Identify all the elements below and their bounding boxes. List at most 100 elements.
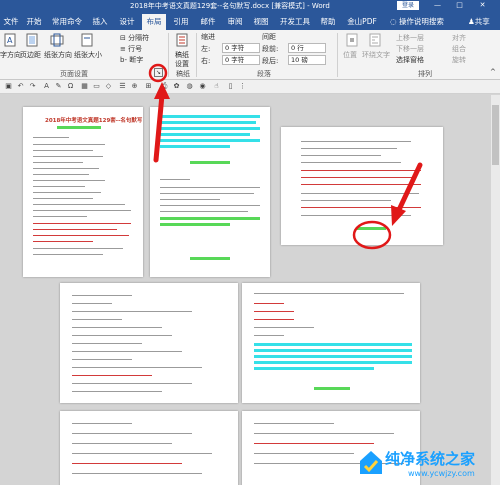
tab-mailings[interactable]: 邮件 xyxy=(198,14,218,30)
tab-view[interactable]: 视图 xyxy=(251,14,271,30)
breaks-button[interactable]: ⊟ 分隔符 xyxy=(120,33,149,43)
save-icon[interactable]: ▣ xyxy=(4,82,13,91)
text-line xyxy=(33,174,89,175)
document-page-1[interactable]: 2018年中考语文真题129套--名句默写 xyxy=(23,107,143,277)
text-line xyxy=(72,367,202,368)
vertical-scrollbar[interactable] xyxy=(491,95,500,485)
spacing-before-label: 段前: xyxy=(262,45,279,53)
page-setup-dialog-launcher[interactable]: ↘ xyxy=(154,68,163,77)
group-button[interactable]: 组合 xyxy=(452,44,466,54)
share-button[interactable]: ♟共享 xyxy=(468,14,490,29)
document-page-5[interactable] xyxy=(242,283,420,403)
grid-icon[interactable]: ⊞ xyxy=(144,82,153,91)
document-page-3[interactable] xyxy=(281,127,443,245)
svg-text:A: A xyxy=(7,36,13,45)
window-title: 2018年中考语文真题129套--名句默写.docx [兼容模式] - Word xyxy=(130,2,330,10)
tab-help[interactable]: 帮助 xyxy=(318,14,338,30)
orientation-button[interactable]: 纸张方向 xyxy=(44,50,72,60)
tell-me-search[interactable]: ◌ 操作说明搜索 xyxy=(390,14,444,29)
minimize-button[interactable]: — xyxy=(430,0,445,11)
red-text-line xyxy=(72,463,182,464)
red-text-line xyxy=(301,184,421,185)
margins-button[interactable]: 页边距 xyxy=(20,50,41,60)
login-button[interactable]: 登录 xyxy=(397,1,419,10)
tab-common-commands[interactable]: 常用命令 xyxy=(50,14,84,30)
green-highlight xyxy=(314,387,350,390)
tab-review[interactable]: 审阅 xyxy=(225,14,245,30)
text-line xyxy=(301,162,401,163)
new-doc-icon[interactable]: ▯ xyxy=(226,82,235,91)
margins-icon xyxy=(26,33,38,47)
spacing-after-label: 段后: xyxy=(262,57,279,65)
cyan-highlight xyxy=(160,127,260,130)
indent-left-input[interactable]: 0 字符 xyxy=(222,43,260,53)
highlight-icon[interactable]: ✎ xyxy=(54,82,63,91)
more-icon[interactable]: ⋮ xyxy=(238,82,247,91)
selection-pane-button[interactable]: 选择窗格 xyxy=(396,55,424,65)
tab-wps-pdf[interactable]: 金山PDF xyxy=(345,14,379,30)
spacing-before-input[interactable]: 0 行 xyxy=(288,43,326,53)
document-page-6[interactable] xyxy=(60,411,238,485)
hyphenation-button[interactable]: b- 断字 xyxy=(120,55,143,65)
document-page-4[interactable] xyxy=(60,283,238,403)
tab-references[interactable]: 引用 xyxy=(171,14,191,30)
tab-file[interactable]: 文件 xyxy=(2,14,20,30)
draft-paper-button-line2[interactable]: 设置 xyxy=(175,59,189,69)
font-color-icon[interactable]: A xyxy=(42,82,51,91)
text-line xyxy=(33,198,93,199)
picture-icon[interactable]: ▭ xyxy=(92,82,101,91)
document-page-2[interactable] xyxy=(150,107,270,277)
quick-access-strip: ▣ ↶ ↷ A ✎ Ω ▦ ▭ ◇ ☰ ⊕ ⊞ ⎙ ✿ ◍ ◉ ☝ ▯ ⋮ xyxy=(0,80,500,94)
text-line xyxy=(33,186,85,187)
cyan-highlight xyxy=(254,349,412,352)
tab-insert[interactable]: 插入 xyxy=(90,14,110,30)
red-text-line xyxy=(301,170,421,171)
document-canvas[interactable]: 2018年中考语文真题129套--名句默写 xyxy=(0,95,500,485)
position-button[interactable]: 位置 xyxy=(343,50,357,60)
rotate-button[interactable]: 旋转 xyxy=(452,55,466,65)
shapes-icon[interactable]: ◇ xyxy=(104,82,113,91)
maximize-button[interactable]: □ xyxy=(452,0,467,11)
green-highlight xyxy=(160,217,260,220)
bring-forward-button[interactable]: 上移一层 xyxy=(396,33,424,43)
link-icon[interactable]: ⊕ xyxy=(130,82,139,91)
cyan-highlight xyxy=(254,361,412,364)
redo-icon[interactable]: ↷ xyxy=(28,82,37,91)
collapse-ribbon-icon[interactable]: ^ xyxy=(490,68,496,76)
tab-developer[interactable]: 开发工具 xyxy=(278,14,312,30)
tab-home[interactable]: 开始 xyxy=(24,14,44,30)
tab-design[interactable]: 设计 xyxy=(117,14,137,30)
color-wheel-icon[interactable]: ✿ xyxy=(172,82,181,91)
undo-icon[interactable]: ↶ xyxy=(16,82,25,91)
indent-right-input[interactable]: 0 字符 xyxy=(222,55,260,65)
table-icon[interactable]: ▦ xyxy=(80,82,89,91)
scrollbar-thumb[interactable] xyxy=(492,105,499,165)
palette-icon[interactable]: ◍ xyxy=(185,82,194,91)
page-setup-group-label: 页面设置 xyxy=(60,70,88,78)
spacing-after-input[interactable]: 10 磅 xyxy=(288,55,326,65)
text-direction-button[interactable]: 字方向 xyxy=(0,50,21,60)
size-button[interactable]: 纸张大小 xyxy=(74,50,102,60)
cyan-highlight xyxy=(254,355,412,358)
separator xyxy=(168,33,169,77)
send-backward-button[interactable]: 下移一层 xyxy=(396,44,424,54)
bullets-icon[interactable]: ☰ xyxy=(118,82,127,91)
red-text-line xyxy=(254,319,294,320)
touch-icon[interactable]: ☝ xyxy=(212,82,221,91)
size-icon xyxy=(81,33,93,47)
line-numbers-button[interactable]: ≡ 行号 xyxy=(120,44,142,54)
paint-icon[interactable]: ◉ xyxy=(198,82,207,91)
tab-layout[interactable]: 布局 xyxy=(142,14,166,30)
indent-label: 缩进 xyxy=(201,33,215,41)
text-line xyxy=(72,443,172,444)
equation-icon[interactable]: Ω xyxy=(66,82,75,91)
text-line xyxy=(254,433,394,434)
align-button[interactable]: 对齐 xyxy=(452,33,466,43)
close-button[interactable]: ✕ xyxy=(475,0,490,11)
print-preview-icon[interactable]: ⎙ xyxy=(160,82,169,91)
hyphenation-icon: b- xyxy=(120,56,130,64)
text-line xyxy=(33,248,123,249)
green-highlight xyxy=(190,257,230,260)
wrap-text-button[interactable]: 环绕文字 xyxy=(362,50,390,60)
text-line xyxy=(254,327,314,328)
